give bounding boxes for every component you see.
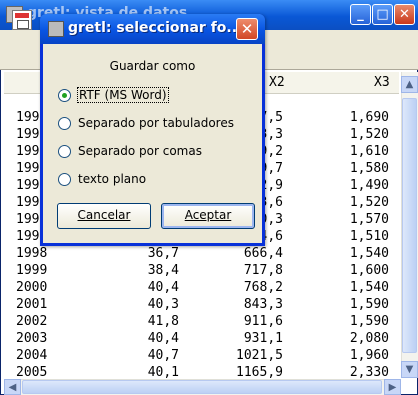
table-cell-year: 199 <box>16 110 40 125</box>
table-cell-year: 2004 <box>16 348 48 363</box>
option-label: texto plano <box>78 172 147 186</box>
option-label: Separado por tabuladores <box>78 116 234 130</box>
table-cell-x3: 2,080 <box>349 331 389 346</box>
scroll-up-icon[interactable]: ▲ <box>401 76 418 93</box>
table-cell-x1: 38,4 <box>147 263 179 278</box>
table-cell-x3: 1,690 <box>349 110 389 125</box>
table-cell-x2: 768,2 <box>243 280 283 295</box>
dialog-close-button[interactable]: ✕ <box>236 18 258 40</box>
table-cell-x3: 2,330 <box>349 365 389 380</box>
table-cell-x2: 717,8 <box>243 263 283 278</box>
gretl-icon <box>48 21 64 37</box>
radio-icon[interactable] <box>58 145 71 158</box>
table-cell-x1: 40,4 <box>147 280 179 295</box>
table-cell-x3: 1,540 <box>349 280 389 295</box>
column-header-x2[interactable]: X2 <box>269 75 285 90</box>
table-cell-x2: 1021,5 <box>236 348 283 363</box>
table-cell-year: 199 <box>16 127 40 142</box>
table-cell-x3: 1,540 <box>349 246 389 261</box>
table-cell-x3: 1,600 <box>349 263 389 278</box>
table-cell-x3: 1,610 <box>349 144 389 159</box>
table-cell-x2: 911,6 <box>243 314 283 329</box>
accept-button[interactable]: Aceptar <box>161 203 255 229</box>
table-cell-x3: 1,520 <box>349 127 389 142</box>
dialog-caption: Guardar como <box>109 59 196 73</box>
table-cell-year: 1998 <box>16 246 48 261</box>
table-cell-year: 199 <box>16 212 40 227</box>
table-cell-x3: 1,590 <box>349 297 389 312</box>
table-cell-x3: 1,510 <box>349 229 389 244</box>
table-cell-year: 1999 <box>16 263 48 278</box>
table-cell-year: 199 <box>16 195 40 210</box>
radio-selected-icon[interactable] <box>58 89 71 102</box>
vertical-scroll-thumb[interactable] <box>402 98 417 353</box>
minimize-button[interactable]: _ <box>350 4 371 25</box>
table-cell-year: 2005 <box>16 365 48 380</box>
cancel-button[interactable]: Cancelar <box>57 203 151 229</box>
table-cell-year: 199 <box>16 161 40 176</box>
close-icon: ✕ <box>399 7 410 22</box>
option-label: RTF (MS Word) <box>77 87 169 103</box>
save-icon[interactable] <box>12 10 32 30</box>
table-cell-x2: 1165,9 <box>236 365 283 380</box>
cancel-button-label: Cancelar <box>77 208 131 222</box>
table-cell-x3: 1,570 <box>349 212 389 227</box>
radio-icon[interactable] <box>58 117 71 130</box>
horizontal-scroll-thumb[interactable] <box>22 380 382 394</box>
table-cell-x1: 40,4 <box>147 331 179 346</box>
table-cell-x1: 41,8 <box>147 314 179 329</box>
scroll-right-icon[interactable]: ▶ <box>384 379 401 395</box>
table-cell-year: 199 <box>16 229 40 244</box>
table-cell-year: 2001 <box>16 297 48 312</box>
table-cell-year: 199 <box>16 178 40 193</box>
close-window-button[interactable]: ✕ <box>394 4 415 25</box>
maximize-button[interactable]: □ <box>372 4 393 25</box>
column-header-x3[interactable]: X3 <box>374 75 390 90</box>
table-cell-year: 2002 <box>16 314 48 329</box>
radio-icon[interactable] <box>58 173 71 186</box>
maximize-icon: □ <box>376 7 389 22</box>
table-cell-x3: 1,520 <box>349 195 389 210</box>
table-cell-x1: 40,1 <box>147 365 179 380</box>
table-cell-x1: 40,3 <box>147 297 179 312</box>
option-label: Separado por comas <box>78 144 202 158</box>
table-cell-year: 2003 <box>16 331 48 346</box>
table-cell-x2: 843,3 <box>243 297 283 312</box>
scroll-left-icon[interactable]: ◀ <box>4 379 21 395</box>
table-cell-year: 199 <box>16 144 40 159</box>
accept-button-label: Aceptar <box>184 208 232 222</box>
table-cell-x3: 1,490 <box>349 178 389 193</box>
minimize-icon: _ <box>357 7 364 22</box>
scroll-down-icon[interactable]: ▼ <box>401 361 418 378</box>
dialog-title: gretl: seleccionar fo... <box>68 20 243 36</box>
table-cell-year: 2000 <box>16 280 48 295</box>
table-cell-x1: 36,7 <box>147 246 179 261</box>
table-cell-x3: 1,960 <box>349 348 389 363</box>
table-cell-x2: 666,4 <box>243 246 283 261</box>
table-cell-x3: 1,580 <box>349 161 389 176</box>
close-icon: ✕ <box>240 20 254 38</box>
table-cell-x2: 931,1 <box>243 331 283 346</box>
table-cell-x1: 40,7 <box>147 348 179 363</box>
table-cell-x3: 1,590 <box>349 314 389 329</box>
